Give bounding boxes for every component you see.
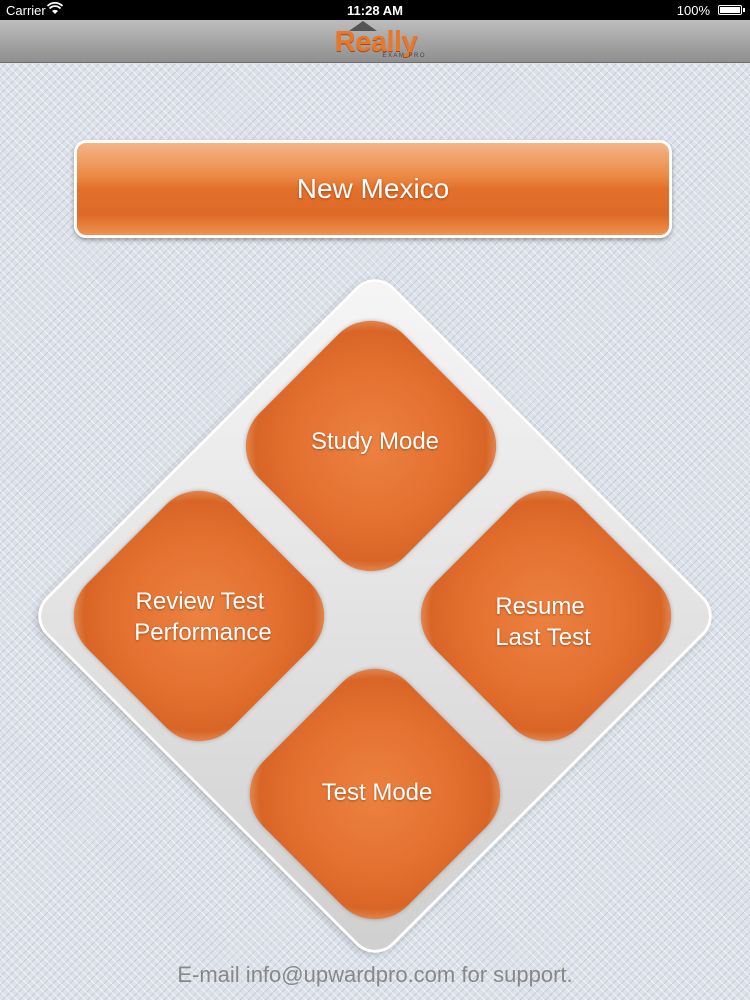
support-email-text: E-mail info@upwardpro.com for support. [177, 962, 573, 987]
resume-label-line1: Resume [495, 593, 585, 620]
battery-percentage: 100% [676, 3, 710, 18]
review-test-label-line2: Performance [134, 619, 272, 646]
battery-icon [718, 5, 745, 15]
clock-time: 11:28 AM [347, 3, 403, 18]
test-mode-label: Test Mode [321, 779, 433, 806]
state-select-button[interactable]: New Mexico [74, 140, 672, 238]
logo-subtext: EXAM PRO [382, 53, 426, 59]
navigation-bar: Really EXAM PRO [0, 20, 750, 63]
app-logo: Really EXAM PRO [326, 21, 426, 60]
review-test-label-line1: Review Test [135, 588, 265, 615]
study-mode-label: Study Mode [310, 428, 440, 455]
state-name: New Mexico [296, 173, 450, 204]
resume-label-line2: Last Test [495, 624, 591, 651]
status-bar: Carrier 11:28 AM 100% [0, 0, 750, 20]
